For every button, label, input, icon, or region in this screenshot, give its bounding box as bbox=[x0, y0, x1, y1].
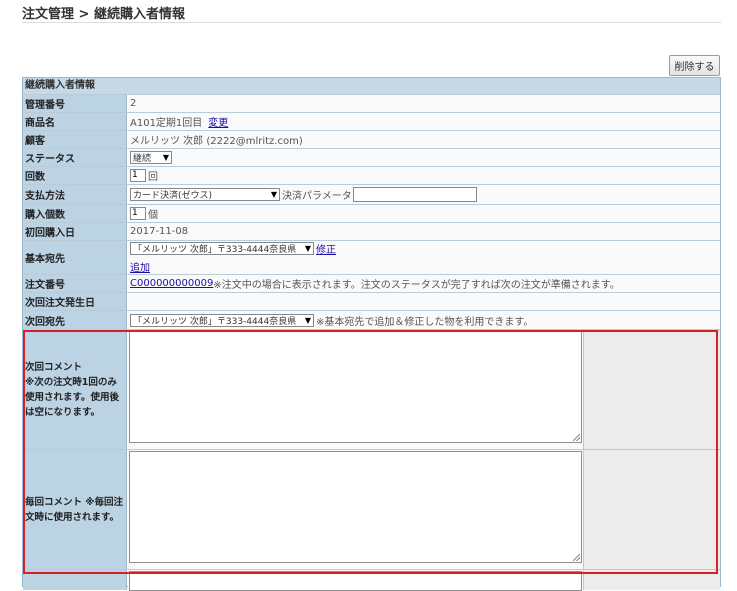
value-status: 継続 ▼ bbox=[128, 149, 720, 166]
value-admin-no: 2 bbox=[128, 95, 720, 112]
label-first-date: 初回購入日 bbox=[23, 223, 127, 240]
quantity-unit: 個 bbox=[148, 210, 158, 221]
row-every-comment: 毎回コメント ※毎回注文時に使用されます。 bbox=[23, 450, 720, 570]
row-base-address: 基本宛先 「メルリッツ 次郎」〒333-4444奈良県 ▼ 修正 追加 bbox=[23, 241, 720, 275]
base-address-selected: 「メルリッツ 次郎」〒333-4444奈良県 bbox=[133, 245, 297, 255]
label-order-no: 注文番号 bbox=[23, 275, 127, 292]
delete-button[interactable]: 削除する bbox=[669, 55, 720, 76]
row-product: 商品名 A101定期1回目 変更 bbox=[23, 113, 720, 131]
next-address-note: ※基本宛先で追加＆修正した物を利用できます。 bbox=[316, 316, 534, 328]
value-count: 1 回 bbox=[128, 167, 720, 184]
quantity-input[interactable]: 1 bbox=[130, 207, 146, 220]
payment-param-label: 決済パラメータ bbox=[282, 191, 352, 202]
base-address-select[interactable]: 「メルリッツ 次郎」〒333-4444奈良県 ▼ bbox=[130, 242, 314, 255]
chevron-down-icon: ▼ bbox=[270, 190, 277, 199]
value-next-order-date bbox=[128, 293, 720, 310]
payment-selected: カード決済(ゼウス) bbox=[133, 191, 213, 201]
label-next-address: 次回宛先 bbox=[23, 311, 127, 329]
value-payment: カード決済(ゼウス) ▼ 決済パラメータ bbox=[128, 185, 720, 204]
edit-address-link[interactable]: 修正 bbox=[316, 241, 336, 256]
label-customer: 顧客 bbox=[23, 131, 127, 148]
label-payment: 支払方法 bbox=[23, 185, 127, 204]
row-status: ステータス 継続 ▼ bbox=[23, 149, 720, 167]
payment-select[interactable]: カード決済(ゼウス) ▼ bbox=[130, 188, 280, 201]
label-next-comment: 次回コメント ※次の注文時1回のみ使用されます。使用後は空になります。 bbox=[23, 330, 127, 449]
order-number-note: ※注文中の場合に表示されます。注文のステータスが完了すれば次の注文が準備されます… bbox=[213, 280, 620, 291]
count-input[interactable]: 1 bbox=[130, 169, 146, 182]
chevron-down-icon: ▼ bbox=[304, 315, 311, 325]
label-admin-no: 管理番号 bbox=[23, 95, 127, 112]
count-unit: 回 bbox=[148, 172, 158, 183]
value-quantity: 1 個 bbox=[128, 205, 720, 222]
page-title: 注文管理 > 継続購入者情報 bbox=[22, 7, 185, 22]
partial-cell bbox=[128, 570, 584, 591]
row-quantity: 購入個数 1 個 bbox=[23, 205, 720, 223]
status-selected: 継続 bbox=[133, 154, 152, 164]
row-admin-no: 管理番号 2 bbox=[23, 95, 720, 113]
next-comment-cell bbox=[128, 330, 584, 449]
row-payment: 支払方法 カード決済(ゼウス) ▼ 決済パラメータ bbox=[23, 185, 720, 205]
label-every-comment: 毎回コメント ※毎回注文時に使用されます。 bbox=[23, 450, 127, 569]
title-divider bbox=[22, 22, 721, 23]
change-product-link[interactable]: 変更 bbox=[208, 114, 228, 129]
next-address-selected: 「メルリッツ 次郎」〒333-4444奈良県 bbox=[133, 316, 297, 327]
row-next-comment: 次回コメント ※次の注文時1回のみ使用されます。使用後は空になります。 bbox=[23, 330, 720, 450]
chevron-down-icon: ▼ bbox=[162, 153, 169, 162]
label-quantity: 購入個数 bbox=[23, 205, 127, 222]
next-address-select[interactable]: 「メルリッツ 次郎」〒333-4444奈良県 ▼ bbox=[130, 313, 314, 327]
value-order-no: C000000000009 ※注文中の場合に表示されます。注文のステータスが完了… bbox=[128, 275, 720, 292]
partial-textarea[interactable] bbox=[129, 571, 582, 591]
chevron-down-icon: ▼ bbox=[304, 244, 311, 253]
add-address-link[interactable]: 追加 bbox=[130, 259, 150, 274]
row-order-no: 注文番号 C000000000009 ※注文中の場合に表示されます。注文のステー… bbox=[23, 275, 720, 293]
label-product: 商品名 bbox=[23, 113, 127, 130]
every-comment-cell bbox=[128, 450, 584, 569]
row-next-address: 次回宛先 「メルリッツ 次郎」〒333-4444奈良県 ▼ ※基本宛先で追加＆修… bbox=[23, 311, 720, 330]
info-table: 継続購入者情報 管理番号 2 商品名 A101定期1回目 変更 顧客 メルリッツ… bbox=[22, 77, 721, 591]
order-number-link[interactable]: C000000000009 bbox=[130, 278, 213, 289]
row-next-partial bbox=[23, 570, 720, 591]
every-comment-textarea[interactable] bbox=[129, 451, 582, 563]
label-next-order-date: 次回注文発生日 bbox=[23, 293, 127, 310]
label-count: 回数 bbox=[23, 167, 127, 184]
partial-spacer bbox=[584, 570, 720, 590]
label-status: ステータス bbox=[23, 149, 127, 166]
row-first-date: 初回購入日 2017-11-08 bbox=[23, 223, 720, 241]
label-base-address: 基本宛先 bbox=[23, 241, 127, 274]
value-product: A101定期1回目 変更 bbox=[128, 113, 720, 130]
section-header: 継続購入者情報 bbox=[23, 78, 720, 95]
every-comment-spacer bbox=[584, 450, 720, 569]
value-next-address: 「メルリッツ 次郎」〒333-4444奈良県 ▼ ※基本宛先で追加＆修正した物を… bbox=[128, 311, 720, 329]
value-base-address: 「メルリッツ 次郎」〒333-4444奈良県 ▼ 修正 追加 bbox=[128, 241, 720, 274]
label-partial bbox=[23, 570, 127, 590]
resize-grip-icon[interactable] bbox=[573, 554, 580, 561]
product-name: A101定期1回目 bbox=[130, 118, 203, 129]
status-select[interactable]: 継続 ▼ bbox=[130, 151, 172, 164]
value-first-date: 2017-11-08 bbox=[128, 223, 720, 240]
value-customer: メルリッツ 次郎 (2222@mlritz.com) bbox=[128, 131, 720, 148]
next-comment-spacer bbox=[584, 330, 720, 449]
row-customer: 顧客 メルリッツ 次郎 (2222@mlritz.com) bbox=[23, 131, 720, 149]
row-next-order-date: 次回注文発生日 bbox=[23, 293, 720, 311]
resize-grip-icon[interactable] bbox=[573, 434, 580, 441]
payment-param-input[interactable] bbox=[352, 187, 477, 202]
next-comment-textarea[interactable] bbox=[129, 331, 582, 443]
row-count: 回数 1 回 bbox=[23, 167, 720, 185]
